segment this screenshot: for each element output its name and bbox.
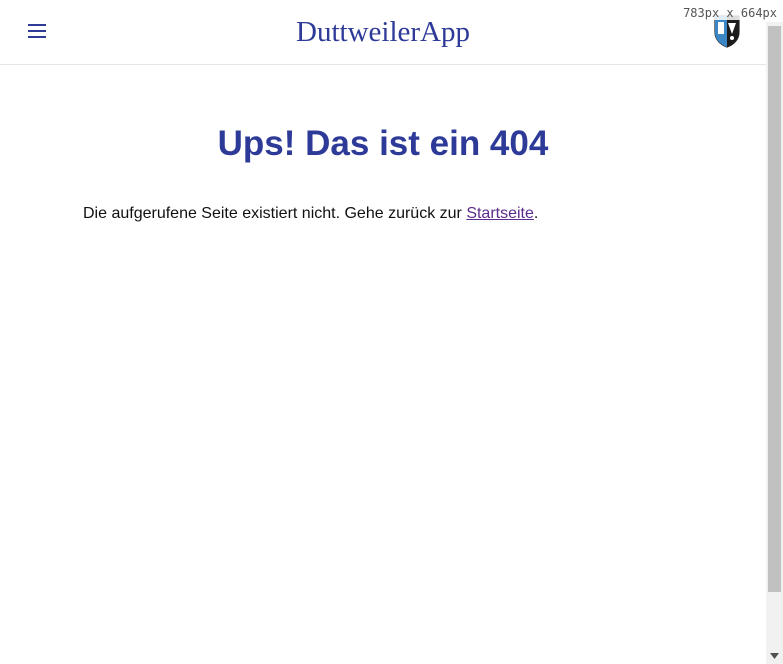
top-app-bar: DuttweilerApp	[0, 0, 766, 65]
error-message-text: Die aufgerufene Seite existiert nicht. G…	[83, 205, 467, 222]
scroll-down-button[interactable]	[766, 647, 783, 664]
scrollbar-thumb[interactable]	[768, 26, 781, 592]
app-title: DuttweilerApp	[296, 16, 470, 48]
page: DuttweilerApp Ups! Das ist ein 404 Die a…	[0, 0, 766, 664]
startseite-link[interactable]: Startseite	[466, 205, 534, 222]
error-message-period: .	[533, 205, 539, 222]
error-heading: Ups! Das ist ein 404	[217, 124, 549, 163]
vertical-scrollbar[interactable]	[766, 22, 783, 664]
scroll-down-arrow-icon	[770, 652, 779, 659]
error-message: Die aufgerufene Seite existiert nicht. G…	[83, 204, 538, 224]
viewport-size-readout: 783px x 664px	[683, 6, 777, 20]
